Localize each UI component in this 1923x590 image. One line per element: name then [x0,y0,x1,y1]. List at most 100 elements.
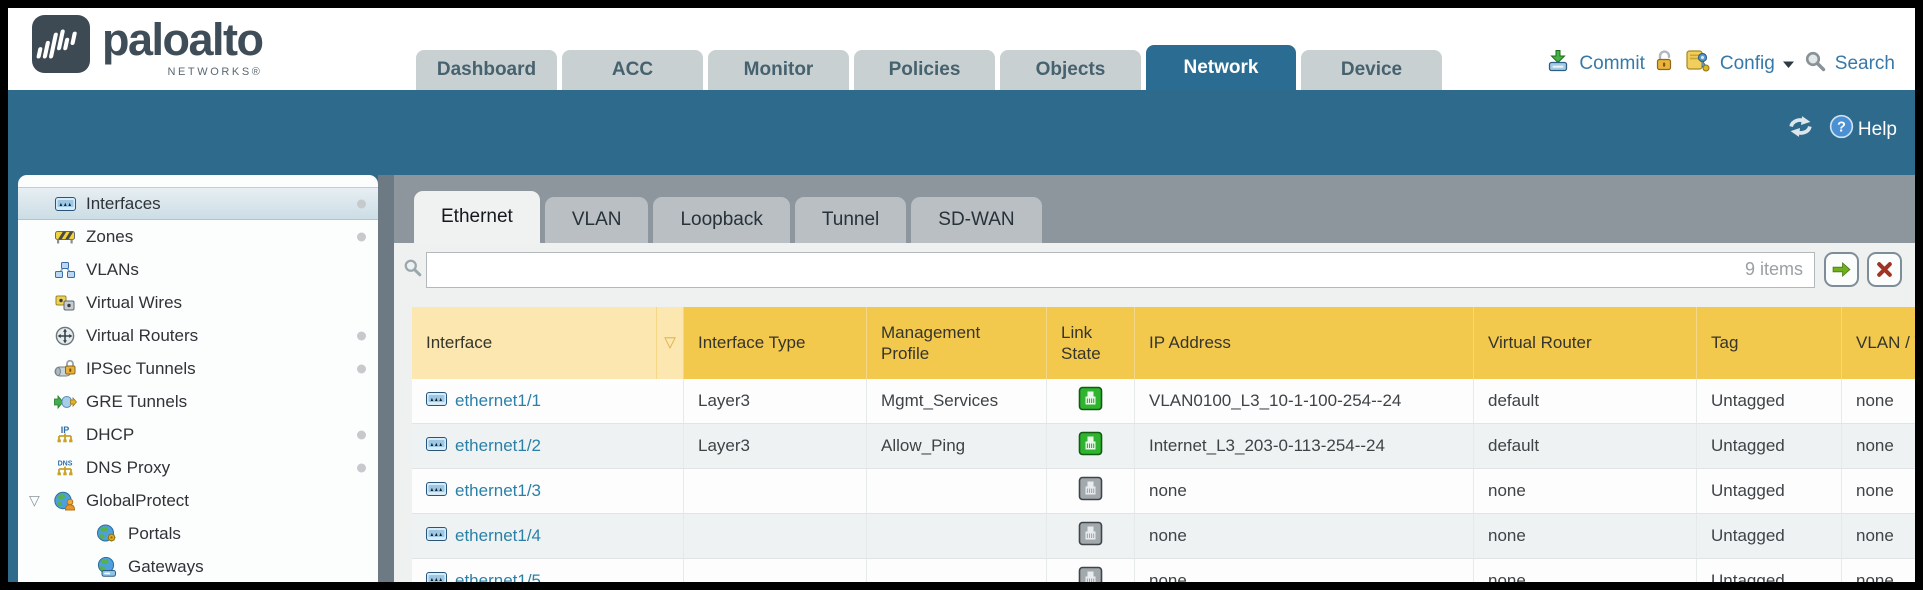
sidebar-item-gateways[interactable]: Gateways [18,550,378,582]
sidebar-item-dhcp[interactable]: IPDHCP [18,418,378,451]
virtual-wires-icon [52,295,78,311]
refresh-icon[interactable] [1787,115,1814,144]
portals-icon [94,524,120,544]
svg-text:?: ? [1837,120,1846,136]
sidebar: InterfacesZones VLANs Virtual WiresVirtual… [18,175,378,582]
interface-link[interactable]: ethernet1/3 [455,481,541,501]
sidebar-item-ipsec-tunnels[interactable]: IPSec Tunnels [18,352,378,385]
tab-device[interactable]: Device [1301,50,1442,90]
tab-monitor[interactable]: Monitor [708,50,849,90]
link-down-icon[interactable] [1078,476,1103,506]
commit-button[interactable]: Commit [1579,53,1644,75]
interface-cell: ethernet1/4 [412,514,684,558]
filter-input[interactable] [426,252,1815,288]
subtab-vlan[interactable]: VLAN [545,197,649,243]
sidebar-item-portals[interactable]: Portals [18,517,378,550]
interface-link[interactable]: ethernet1/5 [455,571,541,582]
subtab-ethernet[interactable]: Ethernet [414,191,540,243]
subtab-tunnel[interactable]: Tunnel [795,197,906,243]
link-down-icon[interactable] [1078,566,1103,582]
svg-text:DNS: DNS [58,460,73,467]
interface-type-cell: Layer3 [684,424,867,468]
column-header-vlan-virtual-wire[interactable]: VLAN / Virtual Wire [1842,307,1915,379]
clear-filter-button[interactable] [1867,252,1902,287]
content-area: InterfacesZonesVLANsVirtual WiresVirtual… [8,175,1915,582]
sidebar-item-dot [357,199,366,208]
table-row: ethernet1/1Layer3Mgmt_ServicesVLAN0100_L… [412,379,1915,424]
items-count: 9 items [1745,259,1803,280]
column-header-link-state[interactable]: Link State [1047,307,1135,379]
column-header-tag[interactable]: Tag [1697,307,1842,379]
lock-icon[interactable] [1654,49,1676,79]
tab-dashboard[interactable]: Dashboard [416,50,557,90]
search-button[interactable]: Search [1835,53,1895,75]
sidebar-item-dot [357,463,366,472]
teal-toolbar: ? Help [1787,114,1897,145]
vlan-wire-cell: none [1842,559,1915,582]
logo-networks-text: NETWORKS® [167,66,262,78]
sidebar-item-virtual-wires[interactable]: Virtual Wires [18,286,378,319]
interface-cell: ethernet1/2 [412,424,684,468]
interface-cell: ethernet1/1 [412,379,684,423]
top-bar: paloalto NETWORKS® DashboardACCMonitorPo… [8,8,1915,90]
sidebar-item-vlans[interactable]: VLANs [18,253,378,286]
config-button[interactable]: Config [1720,53,1775,75]
interface-type-cell [684,469,867,513]
search-icon [1804,50,1826,78]
config-icon [1685,48,1711,79]
table-row: ethernet1/5nonenoneUntaggednone [412,559,1915,582]
main-nav-tabs: DashboardACCMonitorPoliciesObjectsNetwor… [416,45,1442,90]
virtual-router-cell: none [1474,559,1697,582]
link-state-cell [1047,514,1135,558]
paloalto-logo-icon [32,15,90,78]
interfaces-table: Interface▽Interface TypeManagement Profi… [412,307,1915,582]
tag-cell: Untagged [1697,469,1842,513]
sidebar-splitter[interactable] [378,175,394,582]
column-header-ip-address[interactable]: IP Address [1135,307,1474,379]
tab-objects[interactable]: Objects [1000,50,1141,90]
column-header-interface[interactable]: Interface [412,307,657,379]
column-header-interface-type[interactable]: Interface Type [684,307,867,379]
virtual-router-cell: default [1474,424,1697,468]
link-up-icon[interactable] [1078,431,1103,461]
table-row: ethernet1/4nonenoneUntaggednone [412,514,1915,559]
sidebar-item-interfaces[interactable]: Interfaces [18,187,378,220]
table-row: ethernet1/3nonenoneUntaggednone [412,469,1915,514]
sidebar-item-dns-proxy[interactable]: DNS DNS Proxy [18,451,378,484]
sidebar-item-virtual-routers[interactable]: Virtual Routers [18,319,378,352]
tab-policies[interactable]: Policies [854,50,995,90]
interface-cell: ethernet1/3 [412,469,684,513]
column-header-virtual-router[interactable]: Virtual Router [1474,307,1697,379]
sidebar-item-gre-tunnels[interactable]: GRE Tunnels [18,385,378,418]
apply-filter-button[interactable] [1824,252,1859,287]
column-header-management-profile[interactable]: Management Profile [867,307,1047,379]
tab-acc[interactable]: ACC [562,50,703,90]
sidebar-item-label: GRE Tunnels [86,392,187,412]
expander-triangle-icon[interactable]: ▽ [29,492,40,509]
interface-link[interactable]: ethernet1/4 [455,526,541,546]
tab-network[interactable]: Network [1146,45,1296,90]
dns-proxy-icon: DNS [52,458,78,478]
sidebar-item-label: IPSec Tunnels [86,359,196,379]
subtab-loopback[interactable]: Loopback [653,197,789,243]
logo-wordmark: paloalto [102,15,263,65]
virtual-router-cell: none [1474,514,1697,558]
sort-dropdown-icon[interactable]: ▽ [657,307,684,379]
interface-link[interactable]: ethernet1/1 [455,391,541,411]
link-down-icon[interactable] [1078,521,1103,551]
paloalto-logo: paloalto NETWORKS® [32,15,263,78]
sidebar-item-label: DNS Proxy [86,458,170,478]
ethernet-interface-icon [426,571,447,582]
config-dropdown-caret[interactable] [1782,53,1795,75]
link-up-icon[interactable] [1078,386,1103,416]
sidebar-nav-list: InterfacesZones VLANs Virtual WiresVirtual… [18,187,378,582]
help-link[interactable]: Help [1858,119,1897,141]
ip-address-cell: none [1135,469,1474,513]
sidebar-item-label: VLANs [86,260,139,280]
help-icon[interactable]: ? [1829,114,1854,145]
interface-type-cell [684,514,867,558]
interface-link[interactable]: ethernet1/2 [455,436,541,456]
subtab-sd-wan[interactable]: SD-WAN [911,197,1041,243]
sidebar-item-zones[interactable]: Zones [18,220,378,253]
sidebar-item-globalprotect[interactable]: ▽GlobalProtect [18,484,378,517]
